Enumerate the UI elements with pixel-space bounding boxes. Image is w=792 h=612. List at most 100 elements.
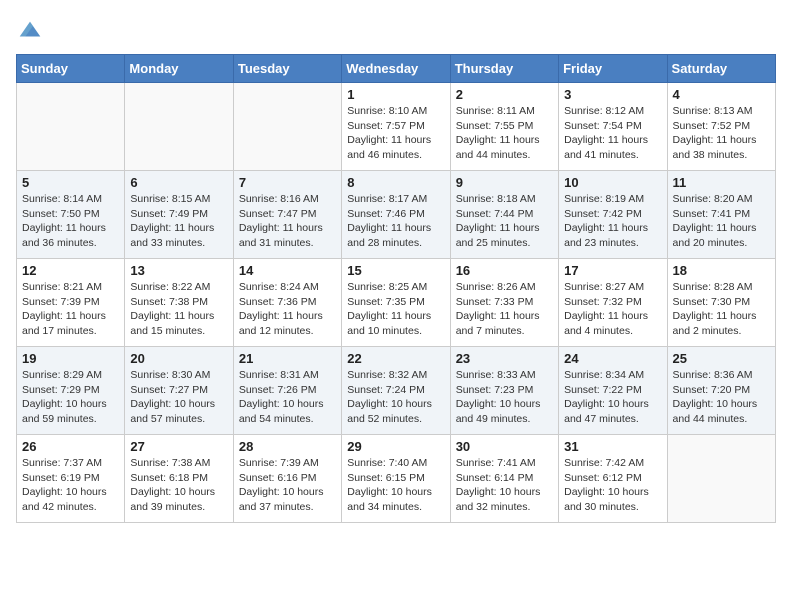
calendar-cell: 26 Sunrise: 7:37 AM Sunset: 6:19 PM Dayli… [17, 435, 125, 523]
calendar-week-row-5: 26 Sunrise: 7:37 AM Sunset: 6:19 PM Dayli… [17, 435, 776, 523]
calendar-cell: 6Sunrise: 8:15 AM Sunset: 7:49 PM Daylig… [125, 171, 233, 259]
day-number: 22 [347, 351, 444, 366]
day-info: Sunrise: 8:34 AM Sunset: 7:22 PM Dayligh… [564, 368, 661, 427]
day-info: Sunrise: 8:29 AM Sunset: 7:29 PM Dayligh… [22, 368, 119, 427]
day-number: 1 [347, 87, 444, 102]
day-info: Sunrise: 8:13 AM Sunset: 7:52 PM Dayligh… [673, 104, 770, 163]
calendar-cell: 29 Sunrise: 7:40 AM Sunset: 6:15 PM Dayli… [342, 435, 450, 523]
day-info: Sunrise: 8:31 AM Sunset: 7:26 PM Dayligh… [239, 368, 336, 427]
day-number: 20 [130, 351, 227, 366]
day-info: Sunrise: 7:42 AM Sunset: 6:12 PM Dayligh… [564, 456, 661, 515]
calendar-cell: 16Sunrise: 8:26 AM Sunset: 7:33 PM Dayli… [450, 259, 558, 347]
calendar-cell: 23 Sunrise: 8:33 AM Sunset: 7:23 PM Dayli… [450, 347, 558, 435]
day-info: Sunrise: 8:17 AM Sunset: 7:46 PM Dayligh… [347, 192, 444, 251]
day-number: 24 [564, 351, 661, 366]
calendar-cell: 20 Sunrise: 8:30 AM Sunset: 7:27 PM Dayli… [125, 347, 233, 435]
day-number: 12 [22, 263, 119, 278]
day-number: 2 [456, 87, 553, 102]
calendar-cell: 9Sunrise: 8:18 AM Sunset: 7:44 PM Daylig… [450, 171, 558, 259]
day-number: 18 [673, 263, 770, 278]
day-number: 4 [673, 87, 770, 102]
day-number: 7 [239, 175, 336, 190]
day-number: 28 [239, 439, 336, 454]
calendar-cell: 24 Sunrise: 8:34 AM Sunset: 7:22 PM Dayli… [559, 347, 667, 435]
day-number: 31 [564, 439, 661, 454]
day-number: 5 [22, 175, 119, 190]
calendar-cell [667, 435, 775, 523]
calendar-cell: 4 Sunrise: 8:13 AM Sunset: 7:52 PM Daylig… [667, 83, 775, 171]
logo-icon [16, 16, 44, 44]
day-info: Sunrise: 7:39 AM Sunset: 6:16 PM Dayligh… [239, 456, 336, 515]
day-info: Sunrise: 8:12 AM Sunset: 7:54 PM Dayligh… [564, 104, 661, 163]
day-number: 25 [673, 351, 770, 366]
day-info: Sunrise: 8:14 AM Sunset: 7:50 PM Dayligh… [22, 192, 119, 251]
day-info: Sunrise: 8:28 AM Sunset: 7:30 PM Dayligh… [673, 280, 770, 339]
day-number: 8 [347, 175, 444, 190]
calendar-week-row-3: 12 Sunrise: 8:21 AM Sunset: 7:39 PM Dayli… [17, 259, 776, 347]
day-info: Sunrise: 8:20 AM Sunset: 7:41 PM Dayligh… [673, 192, 770, 251]
day-number: 10 [564, 175, 661, 190]
calendar-header-thursday: Thursday [450, 55, 558, 83]
day-info: Sunrise: 8:18 AM Sunset: 7:44 PM Dayligh… [456, 192, 553, 251]
day-number: 11 [673, 175, 770, 190]
calendar-cell: 28 Sunrise: 7:39 AM Sunset: 6:16 PM Dayli… [233, 435, 341, 523]
day-info: Sunrise: 8:15 AM Sunset: 7:49 PM Dayligh… [130, 192, 227, 251]
calendar-cell: 27 Sunrise: 7:38 AM Sunset: 6:18 PM Dayli… [125, 435, 233, 523]
calendar-header-wednesday: Wednesday [342, 55, 450, 83]
day-info: Sunrise: 7:41 AM Sunset: 6:14 PM Dayligh… [456, 456, 553, 515]
logo [16, 16, 48, 44]
day-info: Sunrise: 8:16 AM Sunset: 7:47 PM Dayligh… [239, 192, 336, 251]
calendar-cell: 11 Sunrise: 8:20 AM Sunset: 7:41 PM Dayli… [667, 171, 775, 259]
day-info: Sunrise: 8:22 AM Sunset: 7:38 PM Dayligh… [130, 280, 227, 339]
day-info: Sunrise: 8:30 AM Sunset: 7:27 PM Dayligh… [130, 368, 227, 427]
calendar-table: SundayMondayTuesdayWednesdayThursdayFrid… [16, 54, 776, 523]
calendar-header-saturday: Saturday [667, 55, 775, 83]
day-number: 29 [347, 439, 444, 454]
day-info: Sunrise: 7:40 AM Sunset: 6:15 PM Dayligh… [347, 456, 444, 515]
day-number: 27 [130, 439, 227, 454]
calendar-cell: 3 Sunrise: 8:12 AM Sunset: 7:54 PM Daylig… [559, 83, 667, 171]
calendar-cell: 7 Sunrise: 8:16 AM Sunset: 7:47 PM Daylig… [233, 171, 341, 259]
calendar-cell [233, 83, 341, 171]
day-info: Sunrise: 7:38 AM Sunset: 6:18 PM Dayligh… [130, 456, 227, 515]
calendar-cell: 1 Sunrise: 8:10 AM Sunset: 7:57 PM Daylig… [342, 83, 450, 171]
calendar-cell: 12 Sunrise: 8:21 AM Sunset: 7:39 PM Dayli… [17, 259, 125, 347]
day-number: 13 [130, 263, 227, 278]
calendar-cell: 5 Sunrise: 8:14 AM Sunset: 7:50 PM Daylig… [17, 171, 125, 259]
calendar-cell: 18 Sunrise: 8:28 AM Sunset: 7:30 PM Dayli… [667, 259, 775, 347]
day-number: 16 [456, 263, 553, 278]
calendar-cell: 30Sunrise: 7:41 AM Sunset: 6:14 PM Dayli… [450, 435, 558, 523]
day-info: Sunrise: 8:32 AM Sunset: 7:24 PM Dayligh… [347, 368, 444, 427]
day-info: Sunrise: 8:33 AM Sunset: 7:23 PM Dayligh… [456, 368, 553, 427]
calendar-cell [125, 83, 233, 171]
calendar-cell: 17Sunrise: 8:27 AM Sunset: 7:32 PM Dayli… [559, 259, 667, 347]
day-number: 3 [564, 87, 661, 102]
calendar-header-row: SundayMondayTuesdayWednesdayThursdayFrid… [17, 55, 776, 83]
day-info: Sunrise: 8:21 AM Sunset: 7:39 PM Dayligh… [22, 280, 119, 339]
day-info: Sunrise: 8:27 AM Sunset: 7:32 PM Dayligh… [564, 280, 661, 339]
day-number: 19 [22, 351, 119, 366]
day-number: 26 [22, 439, 119, 454]
calendar-cell: 19 Sunrise: 8:29 AM Sunset: 7:29 PM Dayli… [17, 347, 125, 435]
calendar-cell: 14Sunrise: 8:24 AM Sunset: 7:36 PM Dayli… [233, 259, 341, 347]
calendar-week-row-4: 19 Sunrise: 8:29 AM Sunset: 7:29 PM Dayli… [17, 347, 776, 435]
calendar-cell: 22 Sunrise: 8:32 AM Sunset: 7:24 PM Dayli… [342, 347, 450, 435]
calendar-cell: 13 Sunrise: 8:22 AM Sunset: 7:38 PM Dayli… [125, 259, 233, 347]
day-info: Sunrise: 8:25 AM Sunset: 7:35 PM Dayligh… [347, 280, 444, 339]
calendar-header-friday: Friday [559, 55, 667, 83]
calendar-week-row-1: 1 Sunrise: 8:10 AM Sunset: 7:57 PM Daylig… [17, 83, 776, 171]
calendar-header-monday: Monday [125, 55, 233, 83]
calendar-header-sunday: Sunday [17, 55, 125, 83]
calendar-cell: 31 Sunrise: 7:42 AM Sunset: 6:12 PM Dayli… [559, 435, 667, 523]
calendar-cell: 10 Sunrise: 8:19 AM Sunset: 7:42 PM Dayli… [559, 171, 667, 259]
calendar-week-row-2: 5 Sunrise: 8:14 AM Sunset: 7:50 PM Daylig… [17, 171, 776, 259]
day-number: 15 [347, 263, 444, 278]
day-info: Sunrise: 8:10 AM Sunset: 7:57 PM Dayligh… [347, 104, 444, 163]
day-info: Sunrise: 7:37 AM Sunset: 6:19 PM Dayligh… [22, 456, 119, 515]
day-info: Sunrise: 8:24 AM Sunset: 7:36 PM Dayligh… [239, 280, 336, 339]
page-header [16, 16, 776, 44]
calendar-cell: 8 Sunrise: 8:17 AM Sunset: 7:46 PM Daylig… [342, 171, 450, 259]
day-number: 23 [456, 351, 553, 366]
calendar-cell: 2Sunrise: 8:11 AM Sunset: 7:55 PM Daylig… [450, 83, 558, 171]
day-info: Sunrise: 8:19 AM Sunset: 7:42 PM Dayligh… [564, 192, 661, 251]
